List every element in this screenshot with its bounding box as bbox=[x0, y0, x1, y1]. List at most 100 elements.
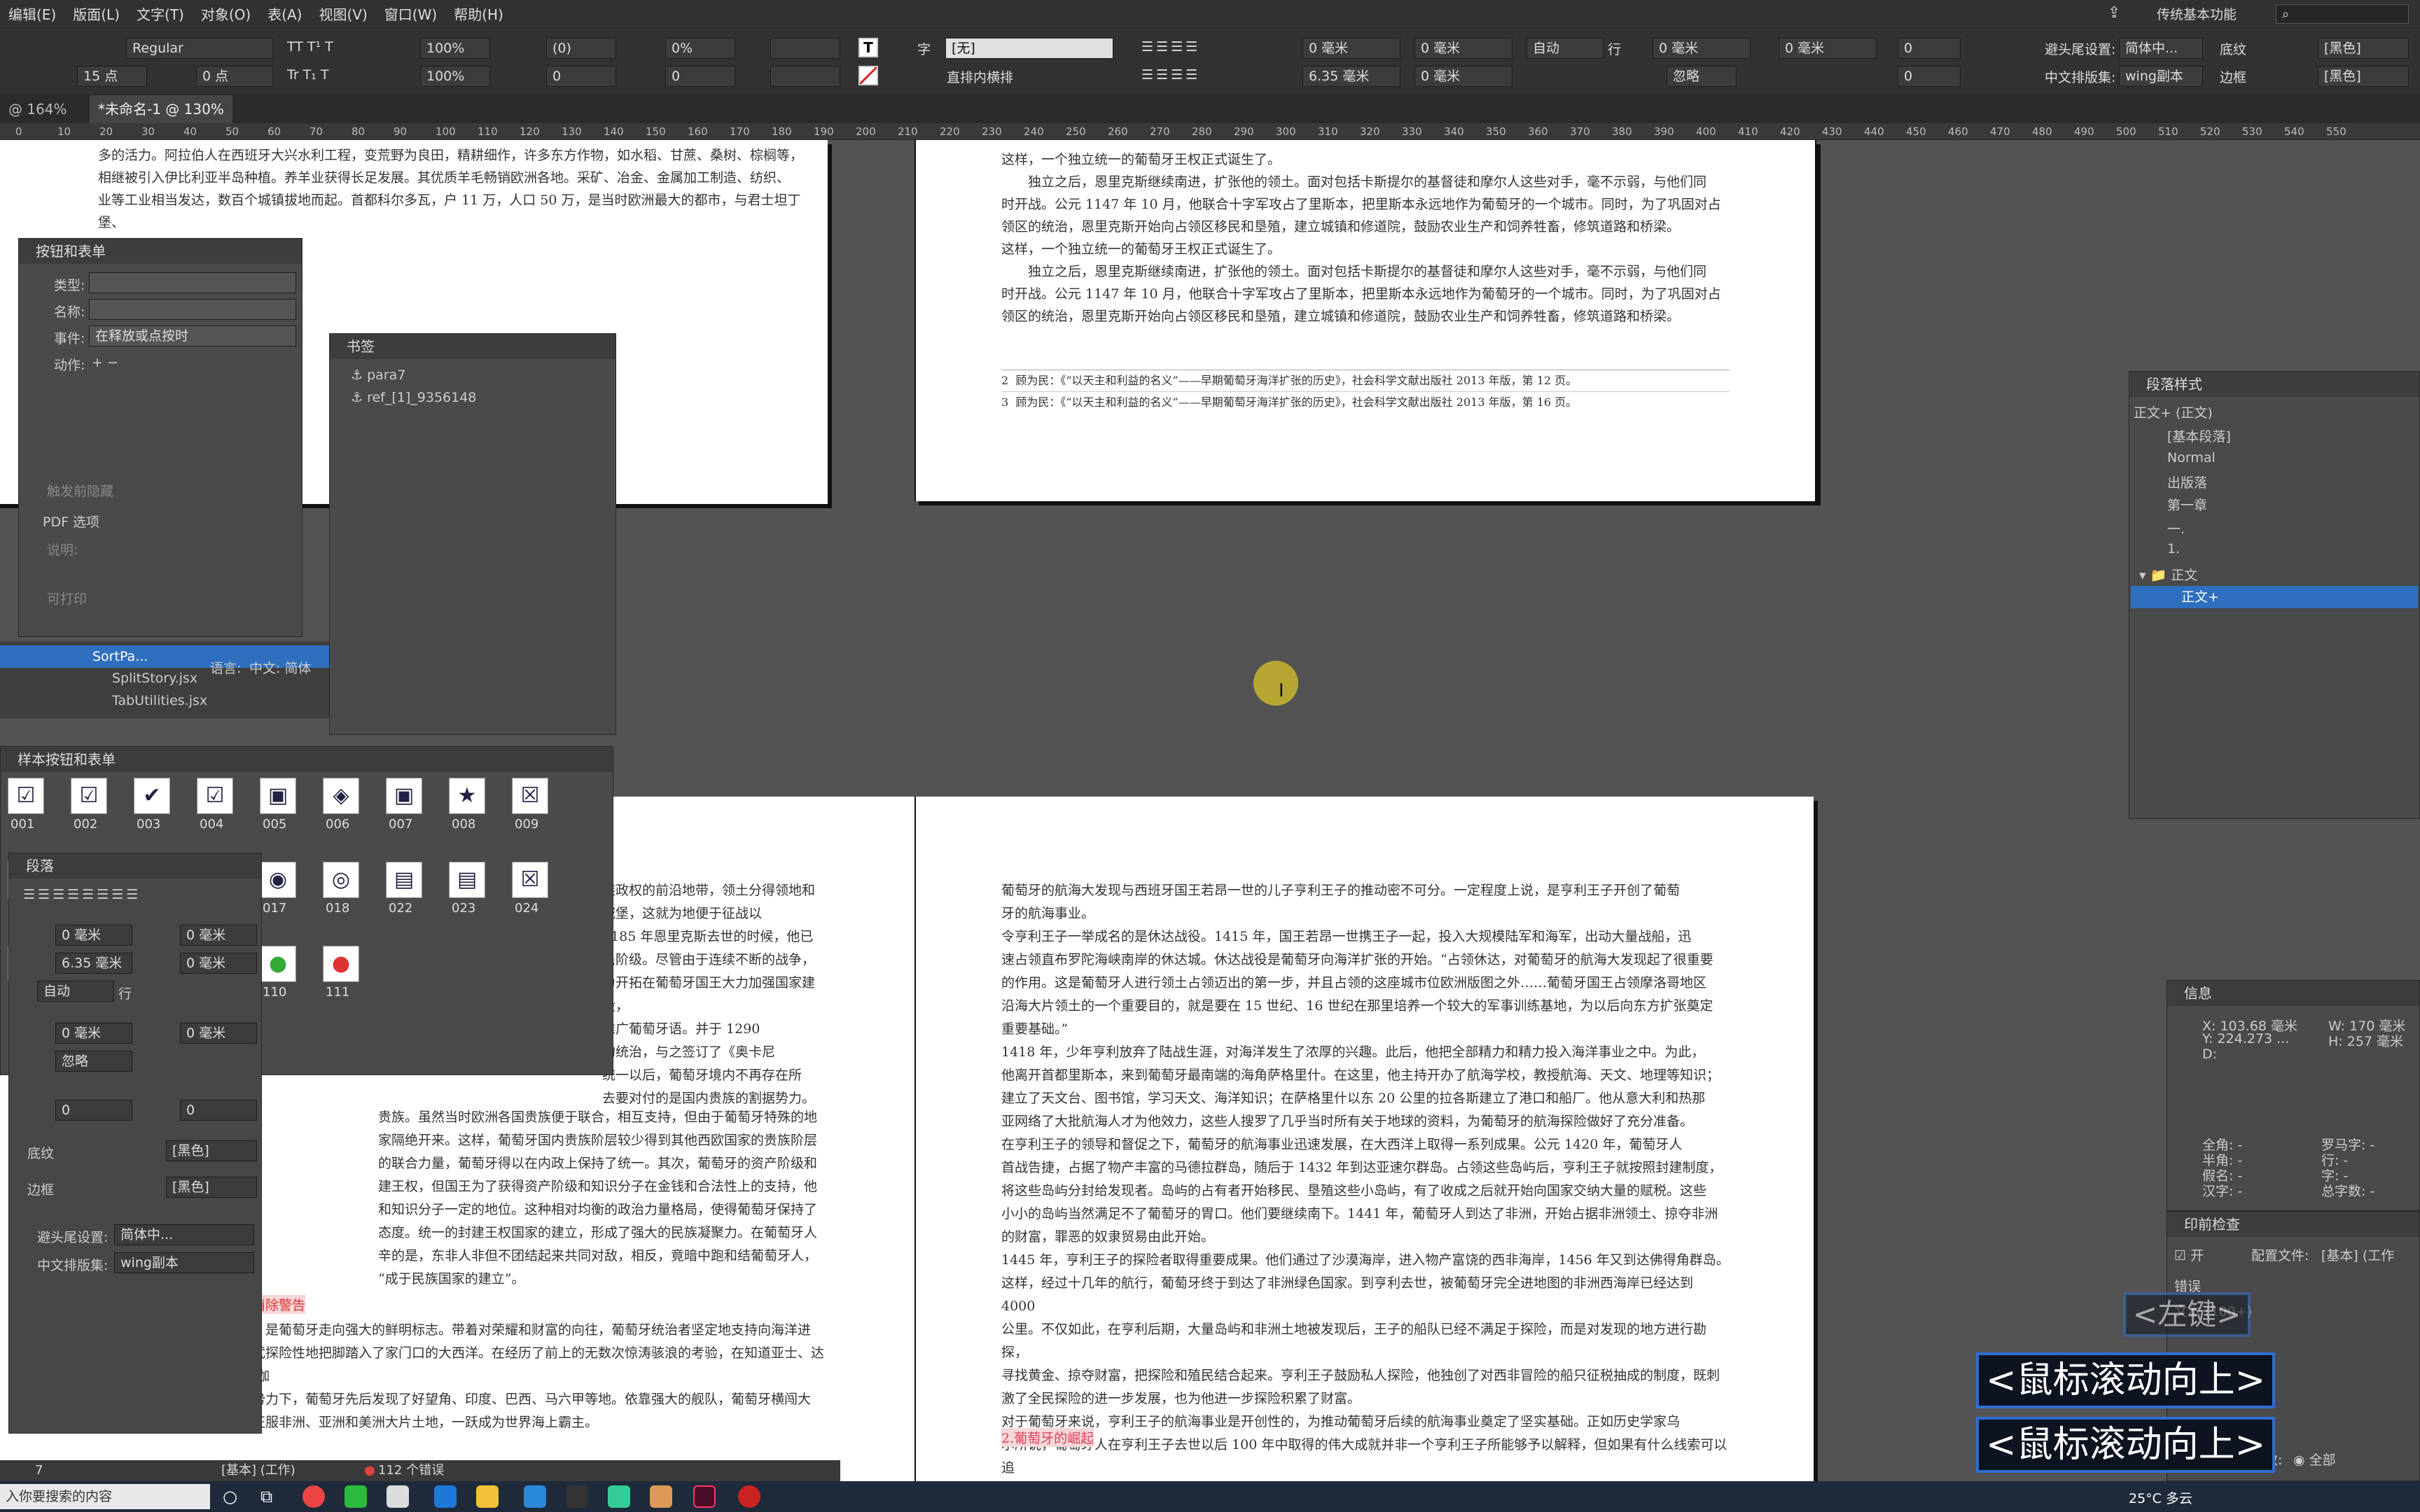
drop-cap-chars[interactable]: 0 bbox=[1898, 66, 1961, 87]
lower-left-text-b[interactable]: 贵族。虽然当时欧洲各国贵族便于联合，相互支持，但由于葡萄牙特殊的地 家隔绝开来。… bbox=[378, 1106, 826, 1291]
first-indent-field[interactable]: 0 毫米 bbox=[55, 1023, 132, 1044]
drop-cap-chars-field[interactable]: 0 bbox=[180, 1100, 257, 1121]
sample-button-023[interactable]: ▤ bbox=[449, 862, 485, 898]
event-select[interactable]: 在释放或点按时 bbox=[89, 326, 296, 346]
kinsoku-select[interactable]: 简体中... bbox=[114, 1224, 254, 1245]
sample-button-018[interactable]: ◎ bbox=[323, 862, 359, 898]
ignore-select[interactable]: 忽略 bbox=[1667, 66, 1737, 87]
tt-icon[interactable]: TT T¹ T bbox=[287, 39, 333, 55]
style-item[interactable]: Normal bbox=[2167, 450, 2216, 465]
app-icon[interactable] bbox=[524, 1485, 546, 1508]
border-color[interactable]: [黑色] bbox=[166, 1177, 257, 1198]
angle-field[interactable]: 0 bbox=[665, 66, 735, 87]
indent-right-field[interactable]: 0 毫米 bbox=[1414, 38, 1512, 59]
wechat-icon[interactable] bbox=[345, 1485, 367, 1508]
app-icon[interactable] bbox=[387, 1485, 409, 1508]
baseline-field[interactable]: 0 bbox=[546, 66, 616, 87]
border-checkbox[interactable]: 边框 bbox=[2220, 67, 2246, 86]
sample-button-001[interactable]: ☑ bbox=[8, 778, 44, 814]
space-before-field[interactable]: 6.35 毫米 bbox=[55, 953, 132, 974]
style-item[interactable]: 出版落 bbox=[2167, 472, 2207, 491]
all-radio[interactable]: ◉ 全部 bbox=[2293, 1450, 2336, 1469]
tracking-field[interactable]: (0) bbox=[546, 38, 616, 59]
leading-field[interactable]: 0 点 bbox=[196, 66, 273, 87]
indesign-icon[interactable] bbox=[693, 1485, 716, 1508]
share-icon[interactable]: ⇪ bbox=[2108, 4, 2120, 22]
lang-value[interactable]: 中文: 简体 bbox=[249, 658, 311, 677]
align-buttons-bottom[interactable]: ☰☰☰☰ bbox=[1141, 67, 1200, 83]
tt-small-icon[interactable]: Tr T₁ T bbox=[287, 67, 329, 83]
stroke-none-icon[interactable] bbox=[858, 66, 878, 85]
sample-button-111[interactable]: ● bbox=[323, 946, 359, 982]
kinsoku-select[interactable]: 简体中... bbox=[2119, 38, 2203, 59]
shading-checkbox[interactable]: 底纹 bbox=[2220, 39, 2246, 58]
auto-select[interactable]: 自动 bbox=[37, 981, 114, 1002]
sample-button-110[interactable]: ● bbox=[260, 946, 296, 982]
sample-button-007[interactable]: ▣ bbox=[386, 778, 422, 814]
lang-select[interactable] bbox=[770, 38, 840, 59]
font-style-select[interactable]: Regular bbox=[126, 38, 273, 59]
drop-cap-lines[interactable]: 0 bbox=[1898, 38, 1961, 59]
sample-button-006[interactable]: ◈ bbox=[323, 778, 359, 814]
text-fill-icon[interactable]: T bbox=[858, 38, 878, 57]
printable-checkbox[interactable]: 可打印 bbox=[47, 589, 87, 608]
char-style-select[interactable]: [无] bbox=[945, 38, 1113, 59]
style-item[interactable]: 一. bbox=[2167, 519, 2185, 538]
bookmark-item[interactable]: ⚓ ref_[1]_9356148 bbox=[351, 390, 476, 405]
bookmark-item[interactable]: ⚓ para7 bbox=[351, 368, 405, 383]
preflight-on-checkbox[interactable]: ☑ 开 bbox=[2174, 1245, 2204, 1264]
red-heading[interactable]: 2.葡萄牙的崛起 bbox=[1001, 1428, 1094, 1447]
font-size-field[interactable]: 15 点 bbox=[77, 66, 147, 87]
name-field[interactable] bbox=[89, 299, 296, 320]
style-item[interactable]: 1. bbox=[2167, 541, 2180, 556]
lower-right-text[interactable]: 葡萄牙的航海大发现与西班牙国王若昂一世的儿子亨利王子的推动密不可分。一定程度上说… bbox=[1001, 879, 1730, 1503]
para-align-buttons[interactable]: ☰☰☰☰☰☰☰☰ bbox=[23, 887, 141, 902]
indent-left-field[interactable]: 0 毫米 bbox=[55, 925, 132, 946]
space-after-field[interactable]: 0 毫米 bbox=[1414, 66, 1512, 87]
sample-button-017[interactable]: ◉ bbox=[260, 862, 296, 898]
horizontal-scale-field[interactable]: 100% bbox=[420, 66, 490, 87]
tab-doc-2[interactable]: *未命名-1 @ 130% bbox=[90, 95, 232, 123]
app-icon[interactable] bbox=[566, 1485, 588, 1508]
last-indent-field[interactable]: 0 毫米 bbox=[180, 1023, 257, 1044]
align-buttons-top[interactable]: ☰☰☰☰ bbox=[1141, 39, 1200, 55]
app-icon[interactable] bbox=[434, 1485, 457, 1508]
border-checkbox[interactable]: 边框 bbox=[27, 1180, 54, 1198]
menu-view[interactable]: 视图(V) bbox=[310, 4, 375, 24]
menu-object[interactable]: 对象(O) bbox=[193, 4, 259, 24]
mojikumi-select[interactable]: wing副本 bbox=[2119, 66, 2203, 87]
recorder-icon[interactable] bbox=[738, 1485, 760, 1508]
cortana-icon[interactable]: ○ bbox=[223, 1487, 237, 1506]
char-align-select[interactable] bbox=[770, 66, 840, 87]
hidden-checkbox[interactable]: 触发前隐藏 bbox=[47, 481, 113, 500]
space-before-field[interactable]: 6.35 毫米 bbox=[1302, 66, 1400, 87]
app-icon[interactable] bbox=[608, 1485, 630, 1508]
add-remove-action-icon[interactable]: + − bbox=[92, 355, 118, 370]
sample-button-008[interactable]: ★ bbox=[449, 778, 485, 814]
style-item[interactable]: [基本段落] bbox=[2167, 426, 2231, 445]
style-group-folder[interactable]: ▾ 📁 正文 bbox=[2139, 565, 2197, 584]
ignore-select[interactable]: 忽略 bbox=[55, 1051, 132, 1072]
preflight-profile[interactable]: [基本] (工作) bbox=[221, 1460, 295, 1481]
menu-layout[interactable]: 版面(L) bbox=[64, 4, 128, 24]
lower-left-text-c[interactable]: ，是葡萄牙走向强大的鲜明标志。带着对荣耀和财富的向往，葡萄牙统治者坚定地支持向海… bbox=[252, 1319, 826, 1434]
auto-leading-select[interactable]: 自动 bbox=[1527, 38, 1604, 59]
workspace-switcher[interactable]: 传统基本功能 bbox=[2157, 4, 2237, 23]
shading-checkbox[interactable]: 底纹 bbox=[27, 1143, 54, 1162]
border-color-select[interactable]: [黑色] bbox=[2318, 66, 2409, 87]
menu-edit[interactable]: 编辑(E) bbox=[0, 4, 64, 24]
upper-right-text[interactable]: 这样，一个独立统一的葡萄牙王权正式诞生了。 独立之后，恩里克斯继续南进，扩张他的… bbox=[1001, 148, 1730, 328]
weather[interactable]: 25°C 多云 bbox=[2129, 1488, 2192, 1507]
mojikumi-select[interactable]: wing副本 bbox=[114, 1252, 254, 1273]
sample-button-005[interactable]: ▣ bbox=[260, 778, 296, 814]
menu-type[interactable]: 文字(T) bbox=[128, 4, 193, 24]
shading-color-select[interactable]: [黑色] bbox=[2318, 38, 2409, 59]
menu-table[interactable]: 表(A) bbox=[259, 4, 310, 24]
menu-help[interactable]: 帮助(H) bbox=[445, 4, 512, 24]
sample-button-009[interactable]: ☒ bbox=[512, 778, 548, 814]
skew-field[interactable]: 0% bbox=[665, 38, 735, 59]
drop-cap-field[interactable]: 0 bbox=[55, 1100, 132, 1121]
shading-color[interactable]: [黑色] bbox=[166, 1140, 257, 1161]
indent-first-field[interactable]: 0 毫米 bbox=[1653, 38, 1751, 59]
indent-right-field[interactable]: 0 毫米 bbox=[180, 925, 257, 946]
